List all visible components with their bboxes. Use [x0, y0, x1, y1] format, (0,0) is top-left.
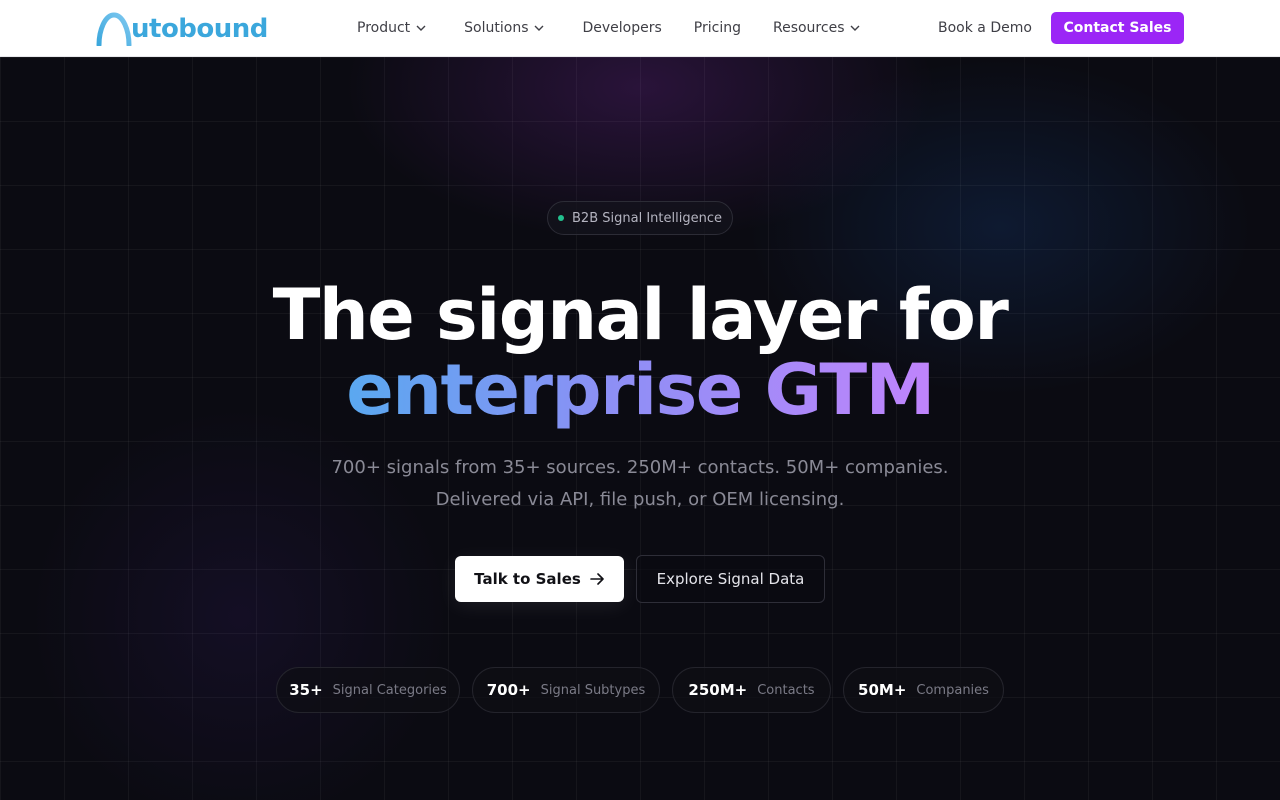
contact-sales-button[interactable]: Contact Sales: [1051, 12, 1184, 44]
stat-value: 35+: [289, 681, 323, 699]
stat-value: 700+: [486, 681, 531, 699]
stat-value: 50M+: [858, 681, 907, 699]
top-navbar: utobound Product Solutions Developers Pr…: [0, 0, 1280, 57]
nav-developers-label: Developers: [582, 20, 662, 36]
headline-line-1: The signal layer for: [272, 274, 1009, 356]
logo-wordmark: utobound: [131, 14, 268, 44]
explore-signal-data-label: Explore Signal Data: [656, 570, 805, 588]
stat-pill-contacts: 250M+ Contacts: [672, 667, 831, 713]
nav-product-label: Product: [357, 20, 411, 36]
nav-solutions-label: Solutions: [464, 20, 529, 36]
nav-developers[interactable]: Developers: [582, 20, 661, 36]
chevron-down-icon: [850, 25, 860, 31]
stat-label: Contacts: [757, 682, 815, 698]
nav-resources-label: Resources: [772, 20, 845, 36]
stat-pill-signal-categories: 35+ Signal Categories: [276, 667, 460, 713]
nav-pricing-label: Pricing: [693, 20, 741, 36]
arch-logo-icon: [96, 12, 132, 46]
chevron-down-icon: [534, 25, 544, 31]
stat-pill-companies: 50M+ Companies: [843, 667, 1004, 713]
autobound-logo[interactable]: utobound: [96, 10, 268, 46]
nav-pricing[interactable]: Pricing: [694, 20, 741, 36]
nav-links: Product Solutions Developers Pricing Res…: [357, 0, 860, 56]
hero-section: B2B Signal Intelligence The signal layer…: [0, 57, 1280, 800]
stat-label: Signal Categories: [332, 682, 447, 698]
hero-subtitle: 700+ signals from 35+ sources. 250M+ con…: [0, 452, 1280, 516]
nav-product[interactable]: Product: [357, 20, 426, 36]
talk-to-sales-button[interactable]: Talk to Sales: [455, 556, 624, 602]
status-dot-icon: [558, 215, 565, 221]
headline-line-2: enterprise GTM: [0, 350, 1280, 430]
chevron-down-icon: [416, 25, 426, 31]
subtitle-line-2: Delivered via API, file push, or OEM lic…: [435, 489, 845, 510]
headline-gradient-text: enterprise GTM: [346, 349, 935, 431]
nav-solutions[interactable]: Solutions: [464, 20, 544, 36]
arrow-right-icon: [590, 573, 604, 585]
explore-signal-data-button[interactable]: Explore Signal Data: [636, 555, 825, 603]
stat-label: Signal Subtypes: [540, 682, 646, 698]
hero-badge: B2B Signal Intelligence: [547, 201, 733, 235]
talk-to-sales-label: Talk to Sales: [474, 570, 581, 588]
stat-label: Companies: [916, 682, 989, 698]
subtitle-line-1: 700+ signals from 35+ sources. 250M+ con…: [331, 457, 949, 478]
nav-resources[interactable]: Resources: [773, 20, 861, 36]
badge-label: B2B Signal Intelligence: [572, 210, 722, 226]
stat-pill-signal-subtypes: 700+ Signal Subtypes: [472, 667, 660, 713]
stat-value: 250M+: [688, 681, 748, 699]
book-demo-link[interactable]: Book a Demo: [938, 18, 1032, 38]
